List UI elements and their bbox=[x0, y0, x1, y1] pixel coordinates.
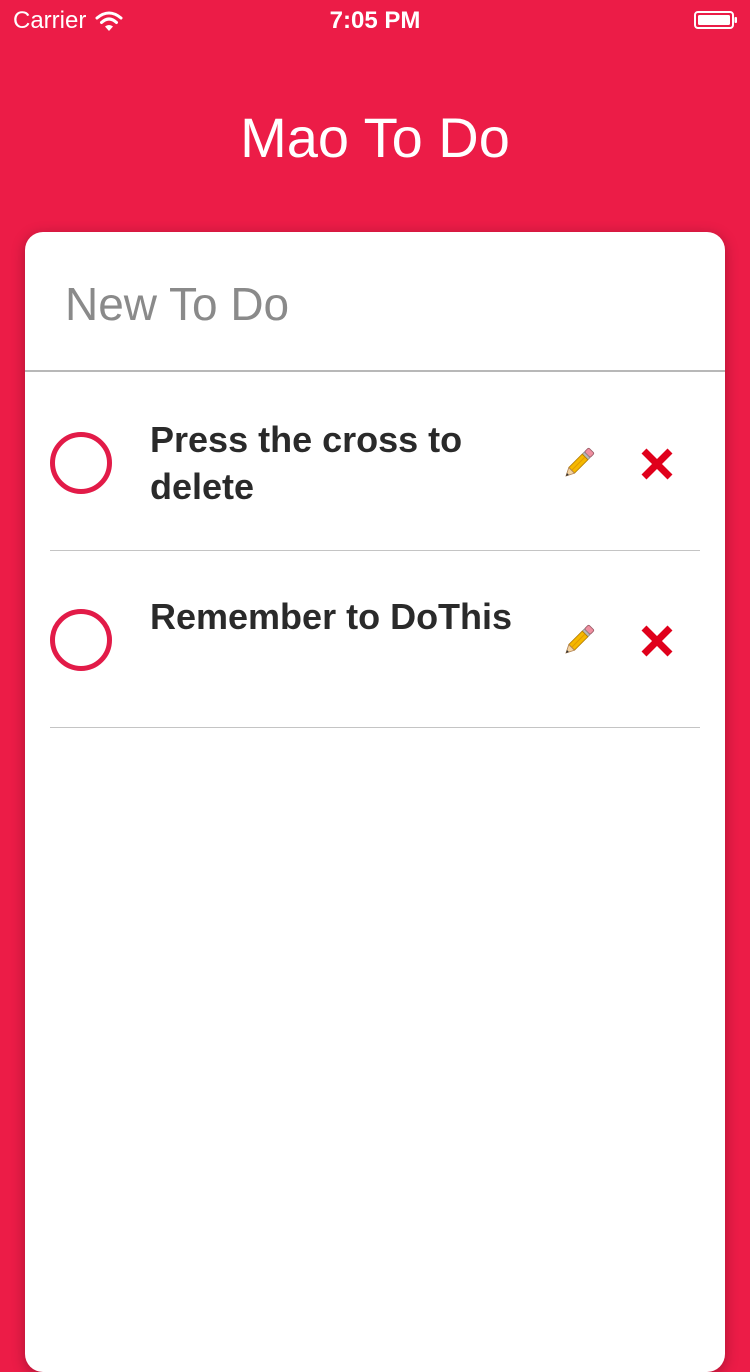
pencil-icon[interactable] bbox=[558, 621, 598, 661]
battery-icon bbox=[694, 11, 737, 29]
todo-card: Press the cross to delete Remember to Do… bbox=[25, 232, 725, 1372]
todo-list: Press the cross to delete Remember to Do… bbox=[50, 374, 700, 728]
todo-item: Press the cross to delete bbox=[50, 374, 700, 551]
pencil-icon[interactable] bbox=[558, 444, 598, 484]
cross-icon[interactable] bbox=[640, 624, 674, 658]
new-todo-input[interactable] bbox=[65, 272, 685, 336]
status-time: 7:05 PM bbox=[329, 7, 421, 34]
new-todo-section bbox=[25, 232, 725, 372]
cross-icon[interactable] bbox=[640, 447, 674, 481]
todo-text: Remember to DoThis bbox=[150, 596, 513, 637]
todo-text: Press the cross to delete bbox=[150, 419, 463, 507]
complete-checkbox[interactable] bbox=[50, 609, 112, 671]
todo-item: Remember to DoThis bbox=[50, 551, 700, 728]
app-title: Mao To Do bbox=[240, 106, 510, 169]
status-bar: Carrier 7:05 PM bbox=[0, 0, 750, 40]
complete-checkbox[interactable] bbox=[50, 432, 112, 494]
